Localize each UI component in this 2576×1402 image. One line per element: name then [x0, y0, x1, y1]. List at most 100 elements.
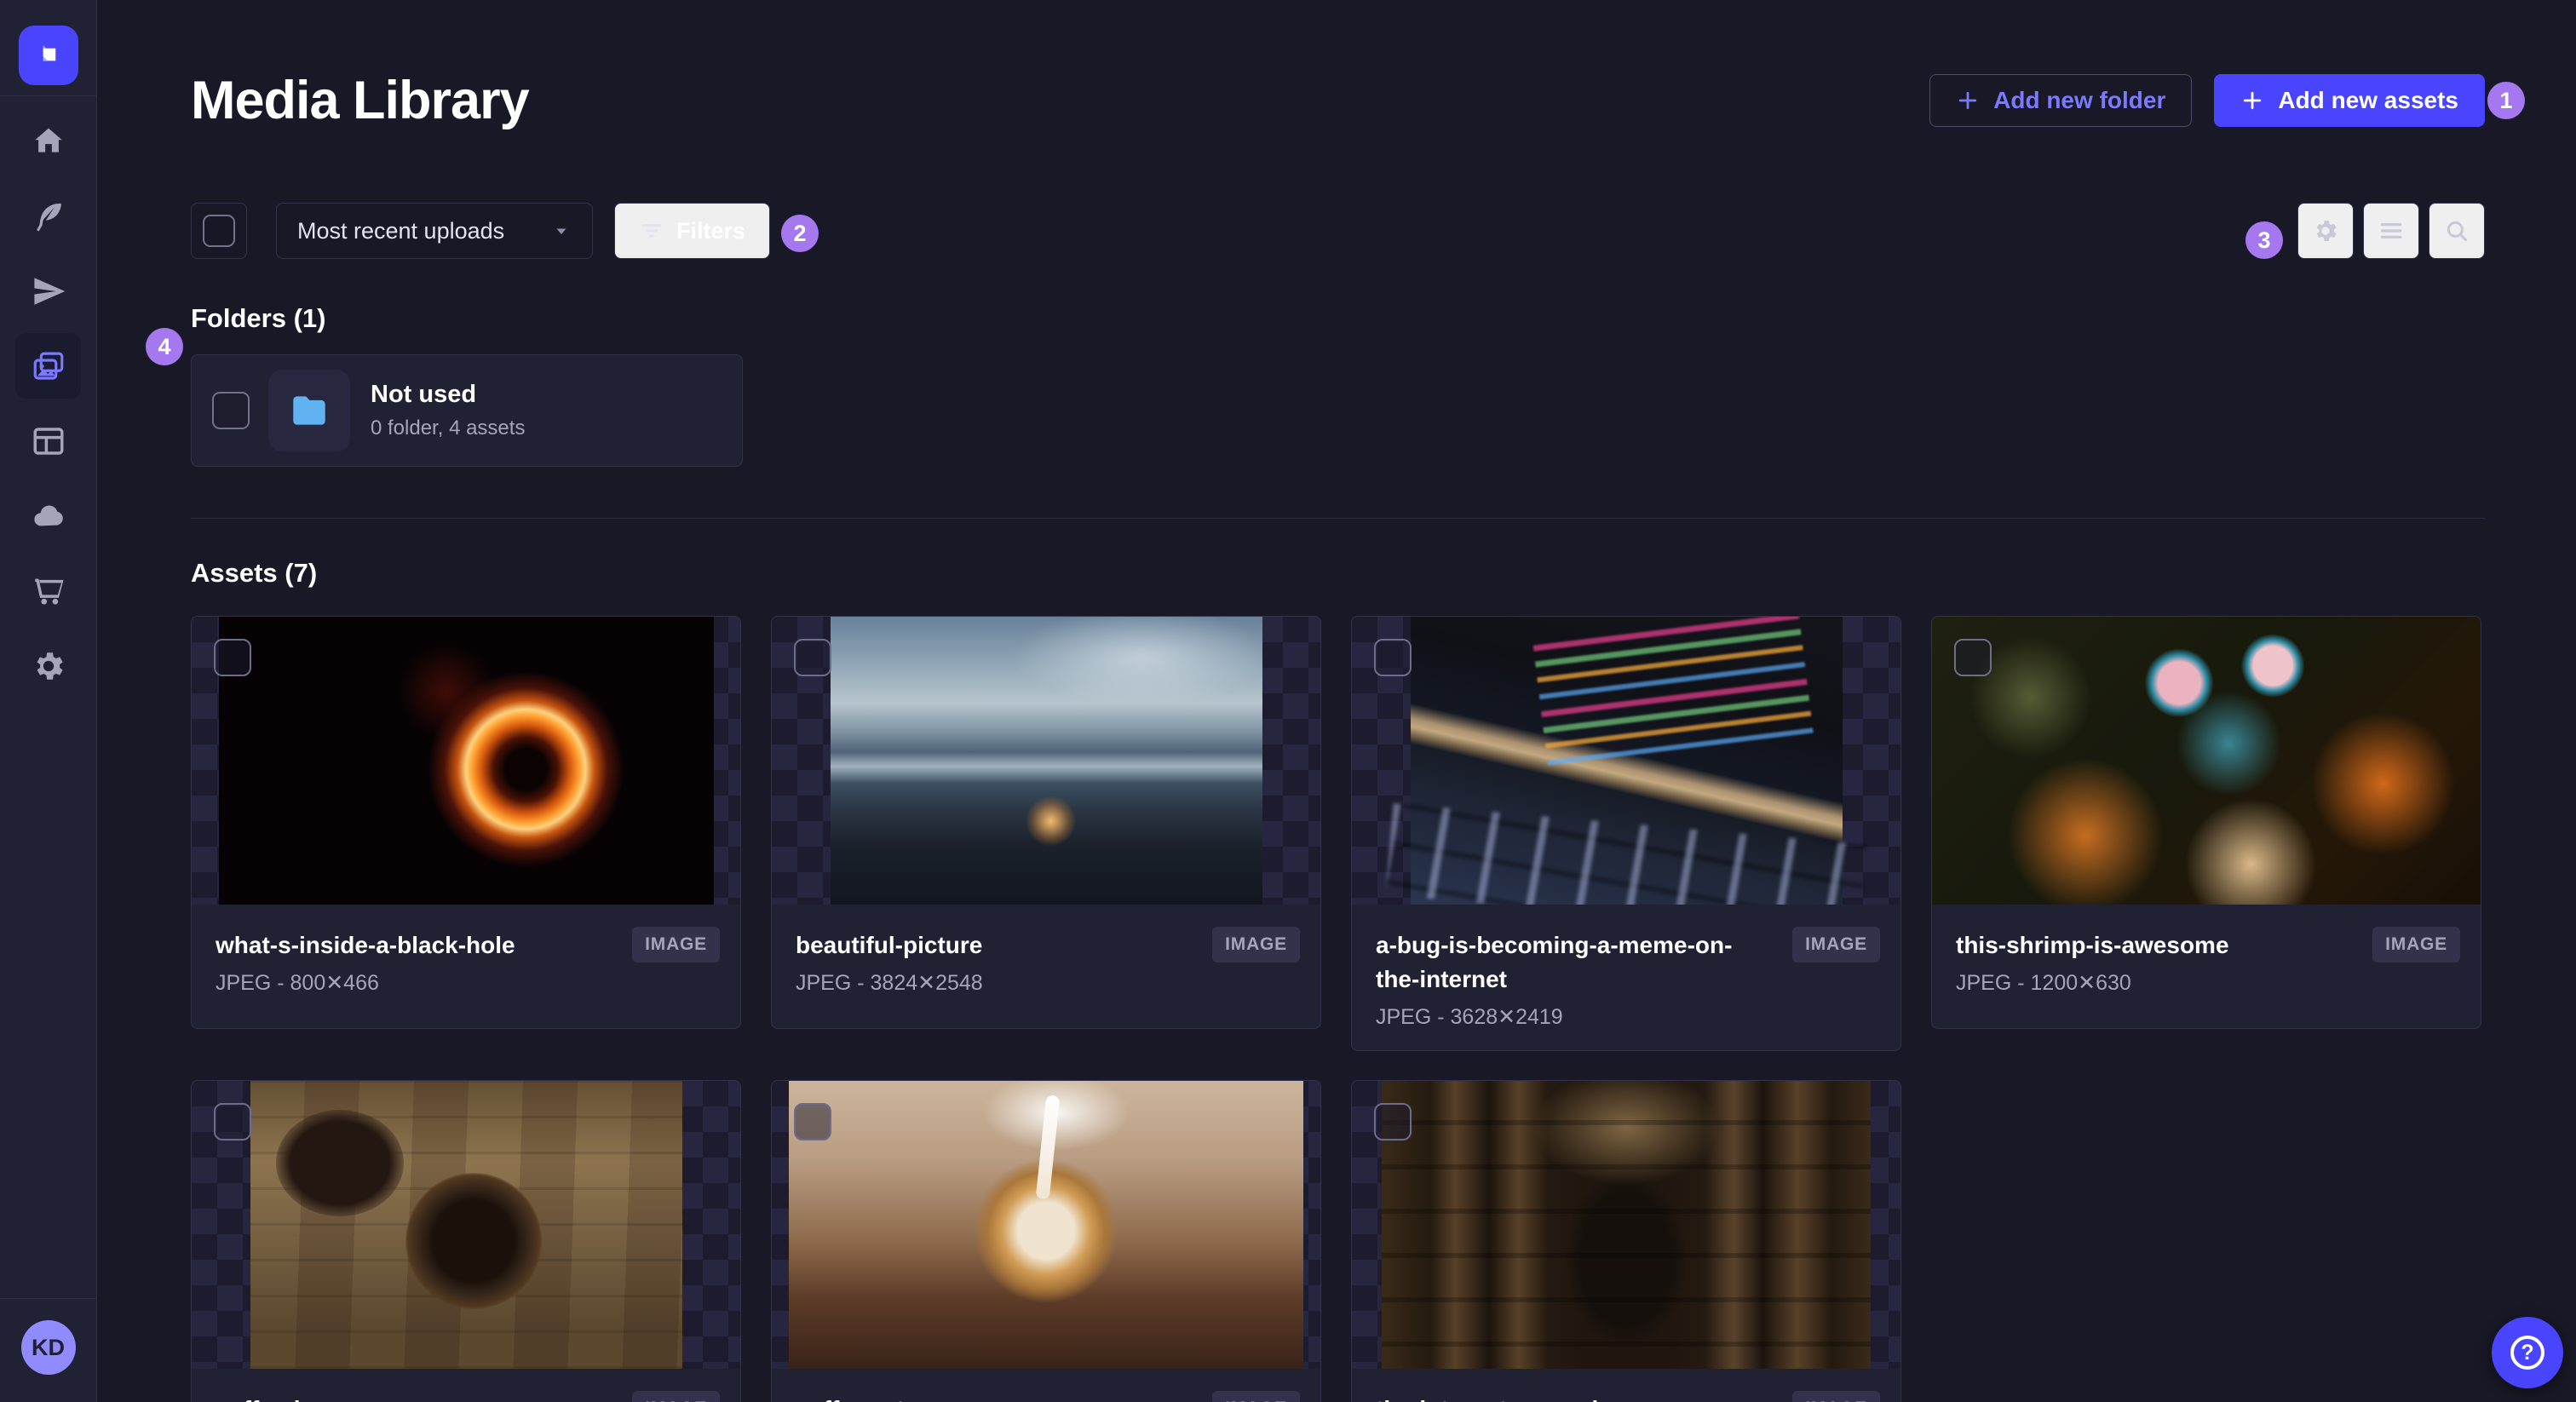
folders-list: Not used 0 folder, 4 assets — [191, 354, 2485, 467]
sort-dropdown[interactable]: Most recent uploads — [276, 203, 593, 259]
asset-type-badge: IMAGE — [1212, 1391, 1300, 1402]
asset-card-body: a-bug-is-becoming-a-meme-on-the-internet… — [1352, 905, 1900, 1050]
feather-icon — [31, 198, 66, 234]
asset-thumbnail — [772, 617, 1320, 905]
asset-card[interactable]: the-internet-s-own-boy JPEG - 1200✕707 I… — [1351, 1080, 1901, 1402]
sidebar-divider-bottom — [0, 1298, 97, 1299]
search-icon — [2443, 217, 2470, 244]
asset-checkbox[interactable] — [214, 1103, 251, 1141]
asset-checkbox[interactable] — [1374, 639, 1412, 676]
images-icon — [31, 348, 66, 384]
media-library-page: KD Media Library Add new folder Add new … — [0, 0, 2576, 1402]
folder-checkbox[interactable] — [212, 392, 250, 429]
sidebar-item-content-manager[interactable] — [15, 408, 81, 474]
sidebar-item-content-type-builder[interactable] — [15, 183, 81, 249]
folders-heading: Folders (1) — [191, 303, 326, 333]
sidebar-item-cloud[interactable] — [15, 483, 81, 549]
asset-meta: JPEG - 3628✕2419 — [1376, 1005, 1563, 1029]
folder-text: Not used 0 folder, 4 assets — [371, 381, 525, 440]
user-avatar[interactable]: KD — [20, 1320, 76, 1375]
sidebar: KD — [0, 0, 97, 1402]
sidebar-item-settings[interactable] — [15, 633, 81, 698]
send-icon — [31, 273, 66, 309]
sidebar-divider — [0, 95, 97, 96]
coffee-beans-photo — [250, 1081, 682, 1369]
folder-meta: 0 folder, 4 assets — [371, 417, 526, 440]
add-new-folder-label: Add new folder — [1993, 87, 2166, 113]
configure-view-button[interactable] — [2297, 203, 2354, 259]
asset-thumbnail — [772, 1081, 1320, 1369]
add-new-folder-button[interactable]: Add new folder — [1929, 74, 2193, 127]
asset-card[interactable]: what-s-inside-a-black-hole JPEG - 800✕46… — [191, 616, 741, 1029]
sidebar-item-media-library[interactable] — [15, 333, 81, 399]
help-button[interactable]: ? — [2492, 1317, 2563, 1388]
cloud-icon — [31, 498, 66, 534]
filters-button[interactable]: Filters — [614, 203, 771, 259]
sidebar-bottom: KD — [0, 1288, 97, 1402]
page-header: Media Library Add new folder Add new ass… — [191, 70, 2485, 131]
asset-card[interactable]: coffee-art JPEG - 5824✕3259 IMAGE — [771, 1080, 1321, 1402]
list-view-button[interactable] — [2363, 203, 2419, 259]
annotation-badge-1: 1 — [2487, 82, 2525, 119]
sidebar-item-marketplace[interactable] — [15, 558, 81, 623]
black-hole-photo — [218, 617, 714, 905]
asset-checkbox[interactable] — [1954, 639, 1992, 676]
annotation-badge-4: 4 — [146, 328, 183, 365]
plus-icon — [1956, 89, 1980, 112]
asset-thumbnail — [1932, 617, 2481, 905]
folder-name: Not used — [371, 381, 477, 408]
asset-meta: JPEG - 3824✕2548 — [796, 971, 983, 995]
asset-checkbox[interactable] — [214, 639, 251, 676]
asset-card-body: coffee-beans JPEG - 5021✕3347 IMAGE — [192, 1369, 740, 1402]
asset-checkbox[interactable] — [794, 639, 831, 676]
asset-type-badge: IMAGE — [1212, 927, 1300, 962]
asset-card-body: this-shrimp-is-awesome JPEG - 1200✕630 I… — [1932, 905, 2481, 1028]
filters-label: Filters — [676, 217, 746, 244]
question-mark-icon: ? — [2510, 1336, 2544, 1370]
filter-icon — [639, 218, 664, 244]
asset-type-badge: IMAGE — [632, 1391, 720, 1402]
asset-checkbox[interactable] — [794, 1103, 831, 1141]
toolbar-view-options — [2288, 203, 2485, 259]
assets-heading: Assets (7) — [191, 558, 318, 588]
list-icon — [2378, 217, 2405, 244]
main-area: Media Library Add new folder Add new ass… — [97, 0, 2576, 1402]
asset-card-body: beautiful-picture JPEG - 3824✕2548 IMAGE — [772, 905, 1320, 1028]
asset-card-body: what-s-inside-a-black-hole JPEG - 800✕46… — [192, 905, 740, 1028]
strapi-logo[interactable] — [18, 26, 78, 85]
asset-type-badge: IMAGE — [632, 927, 720, 962]
select-all-frame — [191, 203, 247, 259]
asset-meta: JPEG - 800✕466 — [216, 971, 379, 995]
asset-thumbnail — [1352, 617, 1900, 905]
asset-card[interactable]: a-bug-is-becoming-a-meme-on-the-internet… — [1351, 616, 1901, 1051]
strapi-logo-icon — [30, 37, 67, 74]
sidebar-item-deploy[interactable] — [15, 258, 81, 324]
asset-checkbox[interactable] — [1374, 1103, 1412, 1141]
sidebar-item-home[interactable] — [15, 108, 81, 174]
gear-icon — [31, 648, 66, 684]
annotation-badge-2: 2 — [781, 215, 819, 252]
asset-card[interactable]: beautiful-picture JPEG - 3824✕2548 IMAGE — [771, 616, 1321, 1029]
asset-card[interactable]: this-shrimp-is-awesome JPEG - 1200✕630 I… — [1931, 616, 2481, 1029]
annotation-badge-3: 3 — [2245, 221, 2283, 259]
folder-icon-tile — [268, 370, 350, 451]
asset-type-badge: IMAGE — [1792, 927, 1880, 962]
asset-thumbnail — [1352, 1081, 1900, 1369]
asset-type-badge: IMAGE — [2372, 927, 2460, 962]
search-button[interactable] — [2429, 203, 2485, 259]
page-title: Media Library — [191, 71, 530, 130]
folder-card[interactable]: Not used 0 folder, 4 assets — [191, 354, 743, 467]
section-divider — [191, 518, 2485, 519]
asset-meta: JPEG - 1200✕630 — [1956, 971, 2131, 995]
asset-card[interactable]: coffee-beans JPEG - 5021✕3347 IMAGE — [191, 1080, 741, 1402]
asset-thumbnail — [192, 1081, 740, 1369]
add-new-assets-button[interactable]: Add new assets — [2214, 74, 2485, 127]
library-photo — [1382, 1081, 1871, 1369]
add-new-assets-label: Add new assets — [2278, 87, 2458, 113]
toolbar: Most recent uploads Filters — [191, 203, 2485, 259]
select-all-checkbox[interactable] — [203, 215, 235, 247]
gear-icon — [2312, 217, 2339, 244]
header-actions: Add new folder Add new assets — [1929, 74, 2485, 127]
plus-icon — [2240, 89, 2264, 112]
home-icon — [31, 124, 66, 159]
